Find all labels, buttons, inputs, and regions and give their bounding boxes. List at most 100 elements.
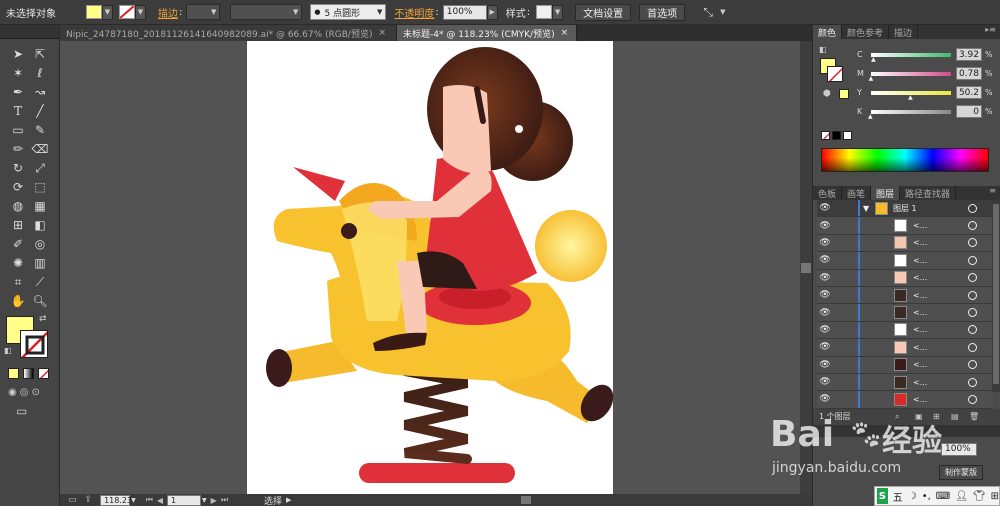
mesh-tool-icon[interactable]: ⊞ xyxy=(7,216,29,234)
stroke-weight-field[interactable]: ▼ xyxy=(186,4,221,20)
sublayer-row[interactable]: 👁︎ <... xyxy=(817,321,993,340)
sublayer-name[interactable]: <... xyxy=(913,273,927,282)
sublayer-name[interactable]: <... xyxy=(913,238,927,247)
target-circle-icon[interactable] xyxy=(968,308,977,318)
brush-dropdown[interactable]: ● 5 点圆形 ▼ xyxy=(310,4,387,20)
target-circle-icon[interactable] xyxy=(968,255,977,265)
tab-brushes[interactable]: 画笔 xyxy=(842,186,872,200)
fill-dropdown-arrow[interactable]: ▼ xyxy=(102,4,113,20)
chevron-down-icon[interactable]: ▼ xyxy=(131,497,136,504)
eye-icon[interactable]: 👁︎ xyxy=(817,203,833,213)
rotate-tool-icon[interactable]: ↻ xyxy=(7,159,29,177)
chevron-down-icon[interactable]: ▼ xyxy=(202,497,207,504)
artboard-nav-icon[interactable]: ▭ xyxy=(68,495,77,505)
stroke-label[interactable]: 描边 xyxy=(158,5,178,20)
moon-icon[interactable]: ☽ xyxy=(908,491,917,502)
ime-mode-label[interactable]: 五 xyxy=(893,489,903,504)
sublayer-row[interactable]: 👁︎ <... xyxy=(817,356,993,374)
user-icon[interactable]: 👤︎ xyxy=(955,491,968,502)
perspective-grid-tool-icon[interactable]: ▦ xyxy=(29,197,51,215)
channel-y-input[interactable]: 50.2 xyxy=(956,86,982,99)
eye-icon[interactable]: 👁︎ xyxy=(817,360,833,370)
eye-icon[interactable]: 👁︎ xyxy=(817,238,833,248)
sublayer-name[interactable]: <... xyxy=(913,308,927,317)
horizontal-scroll-thumb[interactable] xyxy=(521,496,532,504)
sublayer-row[interactable]: 👁︎ <... xyxy=(817,269,993,287)
variable-width-dropdown[interactable]: ▼ xyxy=(230,4,303,20)
tab-swatches[interactable]: 色板 xyxy=(813,186,843,200)
stroke-color-box[interactable] xyxy=(20,330,48,358)
next-page-icon[interactable]: ▶ xyxy=(211,496,217,505)
sublayer-name[interactable]: <... xyxy=(913,395,927,404)
lasso-tool-icon[interactable]: ℓ xyxy=(29,64,51,82)
channel-m-slider[interactable]: ▲ xyxy=(869,71,951,82)
zoom-input[interactable]: 118.23 xyxy=(100,494,132,506)
eraser-tool-icon[interactable]: ⌫ xyxy=(29,140,51,158)
layers-scroll-thumb[interactable] xyxy=(993,204,999,384)
stroke-dropdown-arrow[interactable]: ▼ xyxy=(135,4,146,20)
toolbox-header[interactable] xyxy=(0,25,59,39)
eye-icon[interactable]: 👁︎ xyxy=(817,325,833,335)
swap-fill-stroke-icon[interactable]: ⇄ xyxy=(39,314,47,324)
tab-document-2[interactable]: 未标题-4* @ 118.23% (CMYK/预览) × xyxy=(397,25,577,41)
gradient-mode-icon[interactable] xyxy=(23,368,34,379)
target-circle-icon[interactable] xyxy=(968,377,977,387)
eye-icon[interactable]: 👁︎ xyxy=(817,273,833,283)
channel-c-input[interactable]: 3.92 xyxy=(956,48,982,61)
share-icon[interactable]: ⇪ xyxy=(85,495,93,505)
sublayer-name[interactable]: <... xyxy=(913,221,927,230)
sublayer-row[interactable]: 👁︎ <... xyxy=(817,234,993,253)
channel-y-slider[interactable]: ▲ xyxy=(871,90,951,101)
tab-layers[interactable]: 图层 xyxy=(871,186,901,200)
sublayer-row[interactable]: 👁︎ <... xyxy=(817,339,993,357)
layer-name[interactable]: 图层 1 xyxy=(893,203,917,214)
opacity-label[interactable]: 不透明度 xyxy=(394,5,434,20)
fill-swatch[interactable] xyxy=(86,5,102,19)
target-circle-icon[interactable] xyxy=(968,290,977,300)
curvature-tool-icon[interactable]: ↝ xyxy=(29,83,51,101)
target-circle-icon[interactable] xyxy=(968,325,977,335)
none-mode-icon[interactable] xyxy=(38,368,49,379)
paintbrush-tool-icon[interactable]: ✎ xyxy=(29,121,51,139)
expand-triangle-icon[interactable]: ▼ xyxy=(863,204,869,213)
line-tool-icon[interactable]: ╱ xyxy=(29,102,51,120)
slider-thumb[interactable]: ▲ xyxy=(868,113,873,120)
sublayer-name[interactable]: <... xyxy=(913,360,927,369)
zoom-tool-icon[interactable]: 🔍︎ xyxy=(29,292,51,310)
channel-c-slider[interactable]: ▲ xyxy=(871,52,951,63)
sublayer-row[interactable]: 👁︎ <... xyxy=(817,286,993,305)
eye-icon[interactable]: 👁︎ xyxy=(817,221,833,231)
target-circle-icon[interactable] xyxy=(968,394,977,404)
slider-thumb[interactable]: ▲ xyxy=(869,75,874,82)
gradient-tool-icon[interactable]: ◧ xyxy=(29,216,51,234)
opacity-arrow[interactable]: ▶ xyxy=(486,4,498,20)
column-graph-tool-icon[interactable]: ▥ xyxy=(29,254,51,272)
sublayer-name[interactable]: <... xyxy=(913,256,927,265)
style-dropdown-arrow[interactable]: ▼ xyxy=(552,4,564,20)
tab-stroke[interactable]: 描边 xyxy=(889,25,919,39)
draw-normal-icon[interactable]: ◉ xyxy=(8,387,17,398)
pencil-tool-icon[interactable]: ✏ xyxy=(7,140,29,158)
free-transform-tool-icon[interactable]: ⬚ xyxy=(29,178,51,196)
magic-wand-tool-icon[interactable]: ✶ xyxy=(7,64,29,82)
ime-logo-icon[interactable]: S xyxy=(877,488,888,504)
prev-page-icon[interactable]: ◀ xyxy=(157,496,163,505)
eye-icon[interactable]: 👁︎ xyxy=(817,342,833,352)
sublayer-row[interactable]: 👁︎ <... xyxy=(817,217,993,235)
preferences-button[interactable]: 首选项 xyxy=(639,3,686,21)
tab-document-1[interactable]: Nipic_24787180_20181126141640982089.ai* … xyxy=(60,25,397,41)
stroke-none-swatch[interactable] xyxy=(119,5,135,19)
punctuation-icon[interactable]: •, xyxy=(922,491,931,502)
graphic-style-swatch[interactable] xyxy=(536,5,553,19)
chevron-right-icon[interactable]: ▶ xyxy=(286,496,291,504)
panel-menu-icon[interactable]: ≡ xyxy=(989,186,1000,200)
page-input[interactable]: 1 xyxy=(167,494,202,506)
close-icon[interactable]: × xyxy=(561,28,569,38)
canvas-area[interactable] xyxy=(60,41,800,494)
sublayer-name[interactable]: <... xyxy=(913,325,927,334)
target-circle-icon[interactable] xyxy=(968,238,977,248)
rectangle-tool-icon[interactable]: ▭ xyxy=(7,121,29,139)
delete-layer-icon[interactable]: 🗑︎ xyxy=(969,412,979,421)
slice-tool-icon[interactable]: ⟋ xyxy=(29,273,51,291)
sublayer-name[interactable]: <... xyxy=(913,378,927,387)
